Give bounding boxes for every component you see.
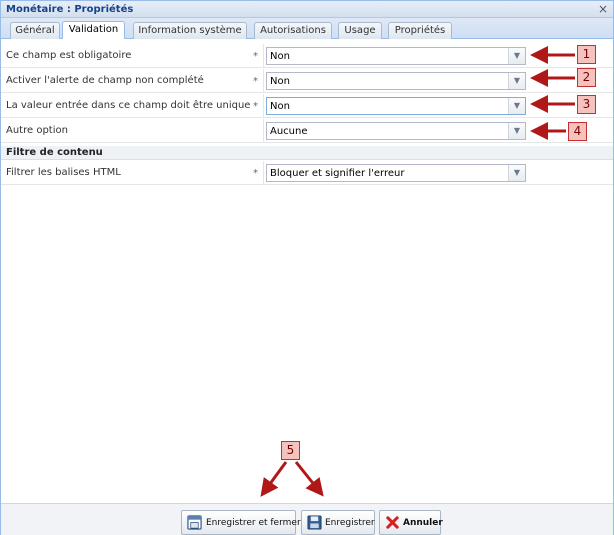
required-marker: * <box>253 101 258 112</box>
form-row: Filtrer les balises HTML * Bloquer et si… <box>1 161 613 185</box>
red-x-icon <box>386 516 399 529</box>
close-icon[interactable]: × <box>598 2 608 16</box>
window-titlebar: Monétaire : Propriétés × <box>1 1 613 18</box>
field-label: Filtrer les balises HTML <box>6 167 121 178</box>
field-label: Autre option <box>6 125 68 136</box>
required-marker: * <box>253 51 258 62</box>
form-row: Ce champ est obligatoire * Non ▼ <box>1 44 613 68</box>
tab-usage[interactable]: Usage <box>338 22 382 39</box>
unique-value-select[interactable]: Non ▼ <box>266 97 526 115</box>
button-label: Annuler <box>403 518 443 528</box>
tab-bar: Général Validation Information système A… <box>1 18 613 39</box>
save-and-close-button[interactable]: Enregistrer et fermer <box>181 510 301 535</box>
form-row: Autre option Aucune ▼ <box>1 119 613 143</box>
tab-general[interactable]: Général <box>10 22 60 39</box>
required-marker: * <box>253 168 258 179</box>
form-row: La valeur entrée dans ce champ doit être… <box>1 94 613 118</box>
section-header: Filtre de contenu <box>1 146 613 160</box>
html-filter-select[interactable]: Bloquer et signifier l'erreur ▼ <box>266 164 526 182</box>
callout-badge: 5 <box>281 441 300 460</box>
select-value: Non <box>270 76 290 87</box>
tab-validation[interactable]: Validation <box>62 21 125 39</box>
chevron-down-icon[interactable]: ▼ <box>508 165 525 181</box>
save-button[interactable]: Enregistrer <box>301 510 375 535</box>
column-divider <box>263 161 264 185</box>
save-close-icon <box>187 515 202 530</box>
chevron-down-icon[interactable]: ▼ <box>508 98 525 114</box>
required-marker: * <box>253 76 258 87</box>
other-option-select[interactable]: Aucune ▼ <box>266 122 526 140</box>
window-title: Monétaire : Propriétés <box>6 4 134 15</box>
properties-window: Monétaire : Propriétés × Général Validat… <box>0 0 614 535</box>
callout-badge: 2 <box>577 68 596 87</box>
incomplete-alert-select[interactable]: Non ▼ <box>266 72 526 90</box>
column-divider <box>263 119 264 143</box>
column-divider <box>263 69 264 93</box>
tab-information-systeme[interactable]: Information système <box>133 22 247 39</box>
chevron-down-icon[interactable]: ▼ <box>508 48 525 64</box>
callout-badge: 1 <box>577 45 596 64</box>
dialog-footer: Enregistrer et fermer Enregistrer Annule… <box>1 503 613 535</box>
required-select[interactable]: Non ▼ <box>266 47 526 65</box>
button-label: Enregistrer <box>325 518 375 528</box>
form-row: Activer l'alerte de champ non complété *… <box>1 69 613 93</box>
select-value: Bloquer et signifier l'erreur <box>270 168 405 179</box>
field-label: Ce champ est obligatoire <box>6 50 132 61</box>
select-value: Aucune <box>270 126 308 137</box>
section-title: Filtre de contenu <box>6 147 103 158</box>
callout-badge: 3 <box>577 95 596 114</box>
cancel-button[interactable]: Annuler <box>379 510 443 535</box>
chevron-down-icon[interactable]: ▼ <box>508 73 525 89</box>
floppy-disk-icon <box>307 515 322 530</box>
button-label: Enregistrer et fermer <box>206 518 301 528</box>
tab-proprietes[interactable]: Propriétés <box>388 22 452 39</box>
callout-badge: 4 <box>568 122 587 141</box>
field-label: La valeur entrée dans ce champ doit être… <box>6 100 251 111</box>
column-divider <box>263 44 264 68</box>
chevron-down-icon[interactable]: ▼ <box>508 123 525 139</box>
select-value: Non <box>270 51 290 62</box>
column-divider <box>263 94 264 118</box>
select-value: Non <box>270 101 290 112</box>
tab-autorisations[interactable]: Autorisations <box>254 22 332 39</box>
field-label: Activer l'alerte de champ non complété <box>6 75 204 86</box>
